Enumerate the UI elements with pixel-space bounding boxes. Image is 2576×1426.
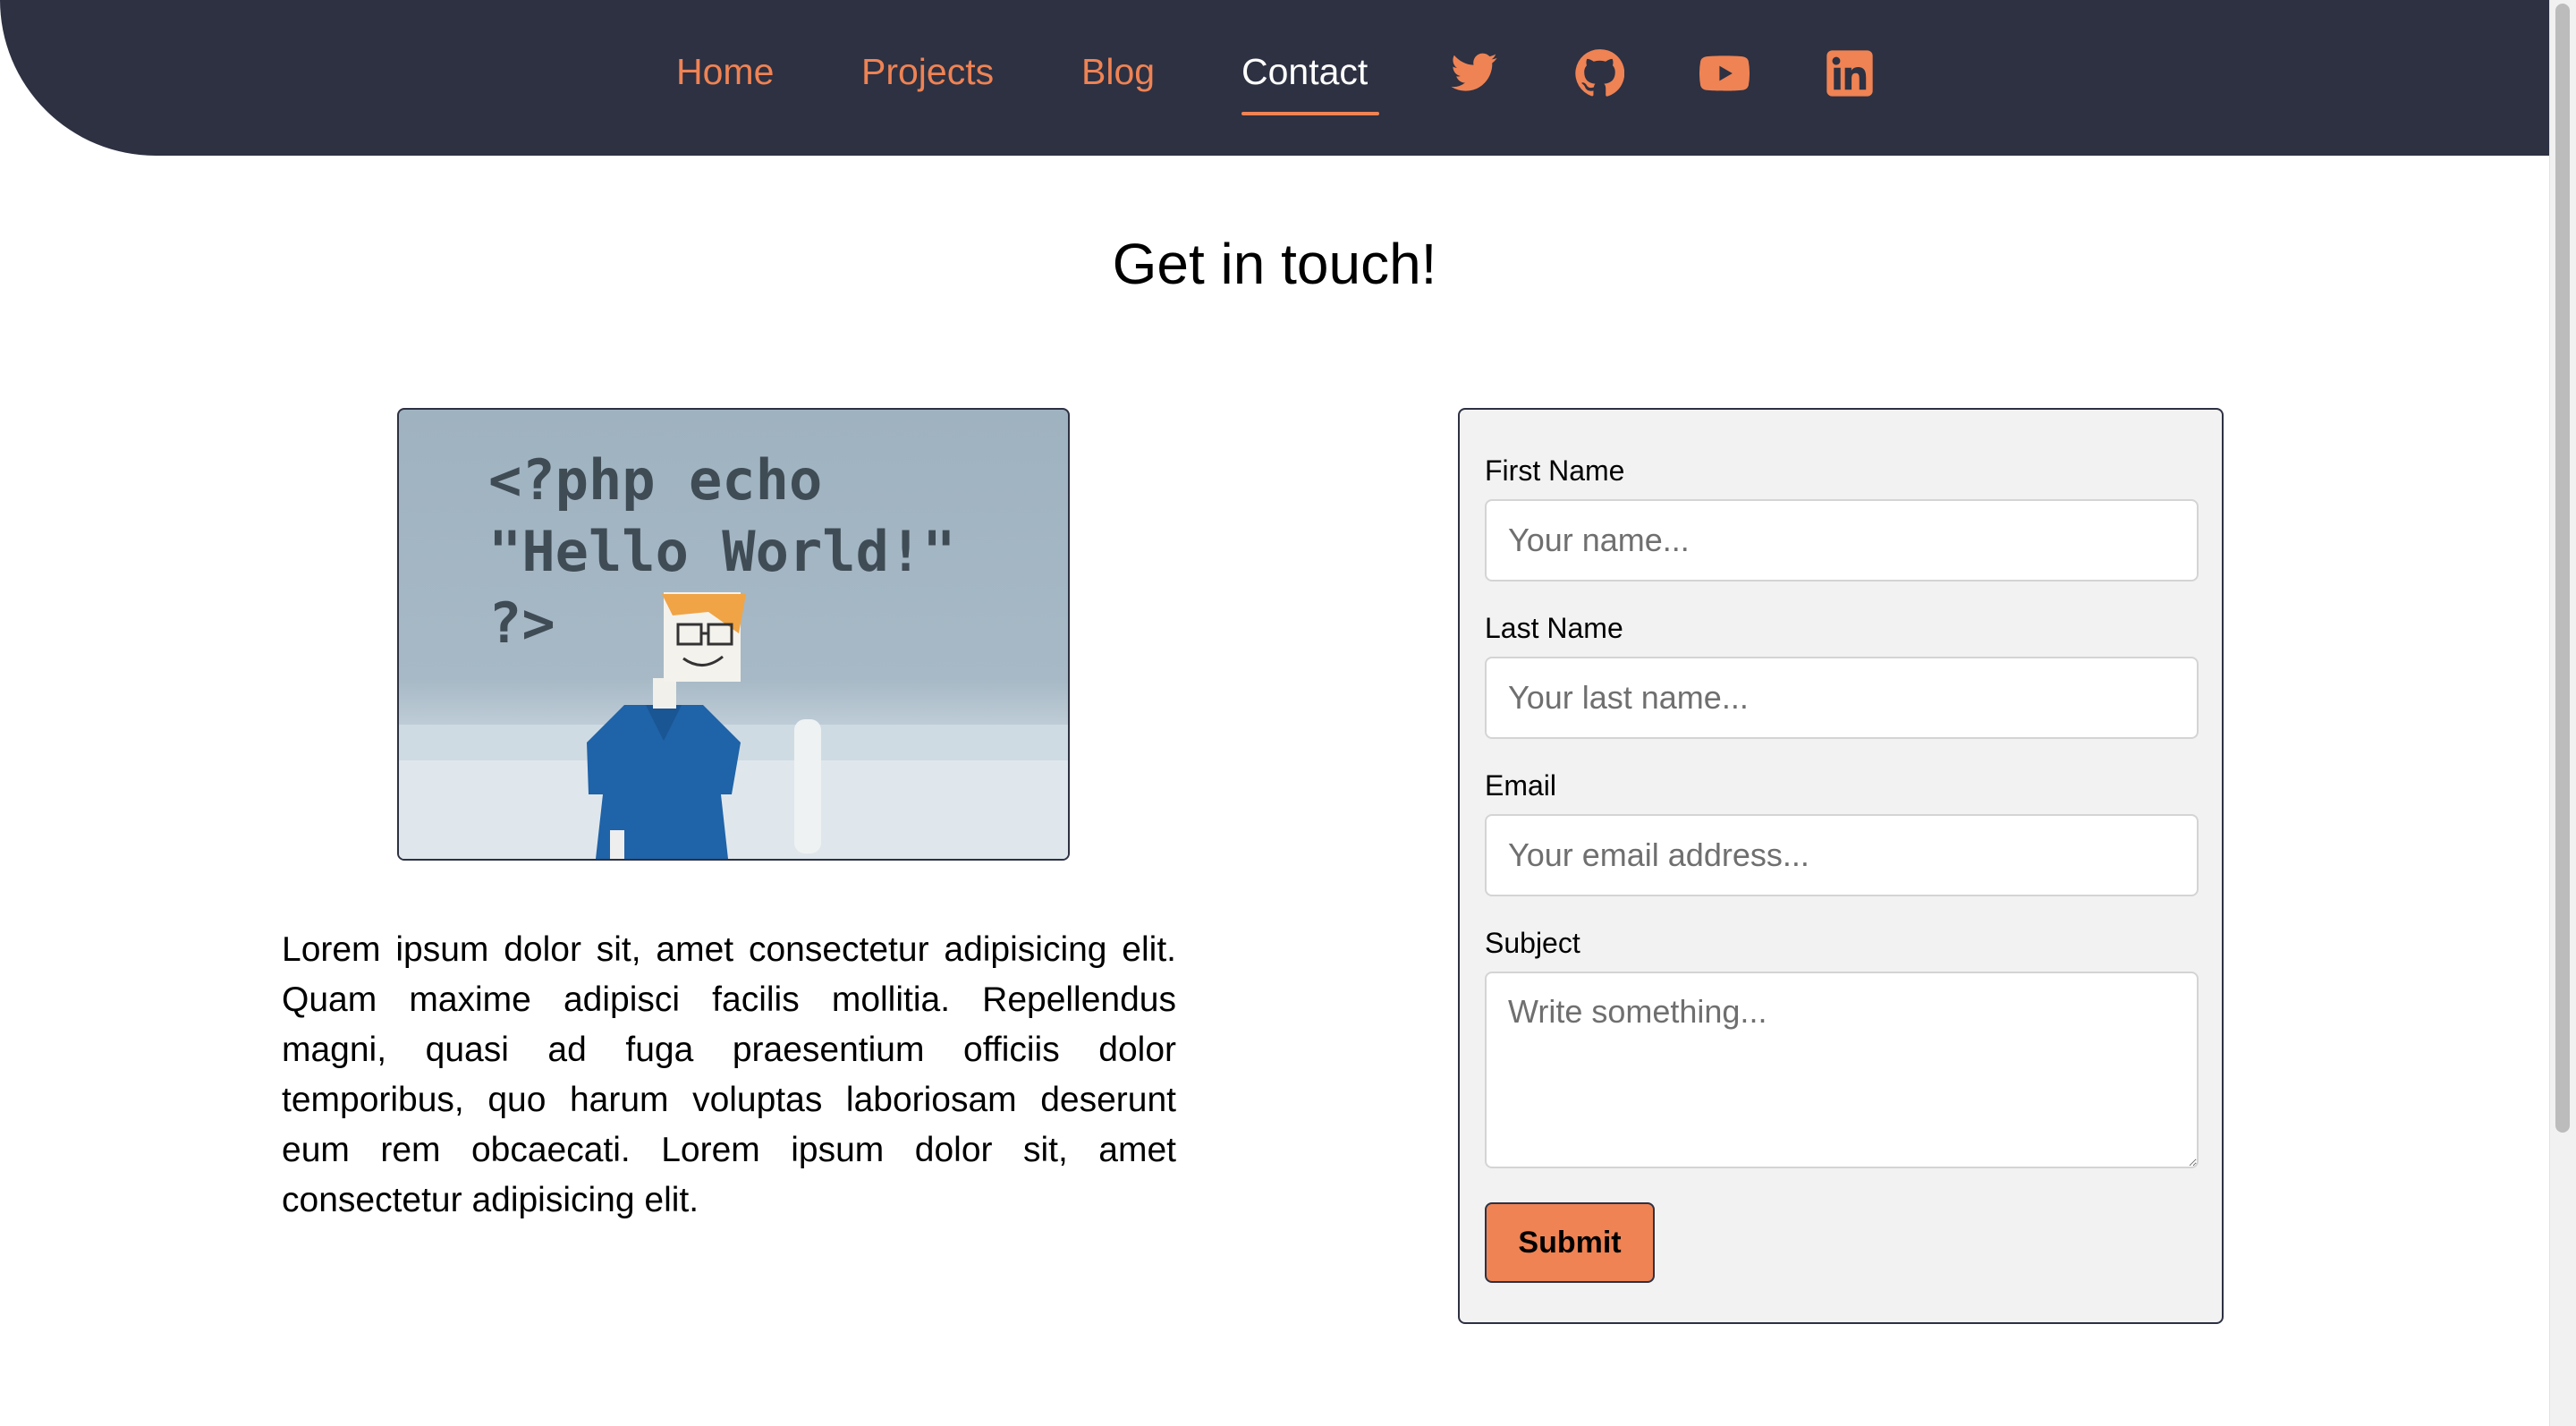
- twitter-icon[interactable]: [1449, 48, 1499, 98]
- email-input[interactable]: [1485, 814, 2199, 896]
- linkedin-icon[interactable]: [1825, 48, 1875, 98]
- page: Home Projects Blog Contact Get in touch!: [0, 0, 2549, 1426]
- first-name-label: First Name: [1485, 454, 1625, 487]
- hero-code-line-2: "Hello World!": [488, 519, 956, 584]
- nav-link-contact[interactable]: Contact: [1241, 48, 1368, 95]
- subject-label: Subject: [1485, 927, 1580, 959]
- nav-link-home[interactable]: Home: [676, 48, 774, 95]
- last-name-input[interactable]: [1485, 657, 2199, 739]
- hero-code-line-3: ?>: [488, 590, 555, 656]
- submit-button[interactable]: Submit: [1485, 1202, 1655, 1283]
- intro-paragraph: Lorem ipsum dolor sit, amet consectetur …: [282, 930, 1176, 1219]
- contact-form: First Name Last Name Email Subject Submi…: [1458, 408, 2224, 1324]
- subject-textarea[interactable]: [1485, 972, 2199, 1168]
- scrollbar-thumb[interactable]: [2555, 4, 2570, 1133]
- page-title: Get in touch!: [1112, 232, 1437, 296]
- active-nav-underline: [1241, 112, 1379, 115]
- hero-image: <?php echo "Hello World!" ?>: [397, 408, 1070, 861]
- nav-link-blog[interactable]: Blog: [1081, 48, 1155, 95]
- github-icon[interactable]: [1574, 48, 1624, 98]
- youtube-icon[interactable]: [1699, 48, 1750, 98]
- email-label: Email: [1485, 769, 1557, 802]
- last-name-label: Last Name: [1485, 612, 1623, 644]
- top-navbar: Home Projects Blog Contact: [0, 0, 2549, 156]
- nav-link-projects[interactable]: Projects: [861, 48, 994, 95]
- hero-code-line-1: <?php echo: [488, 447, 823, 513]
- first-name-input[interactable]: [1485, 499, 2199, 581]
